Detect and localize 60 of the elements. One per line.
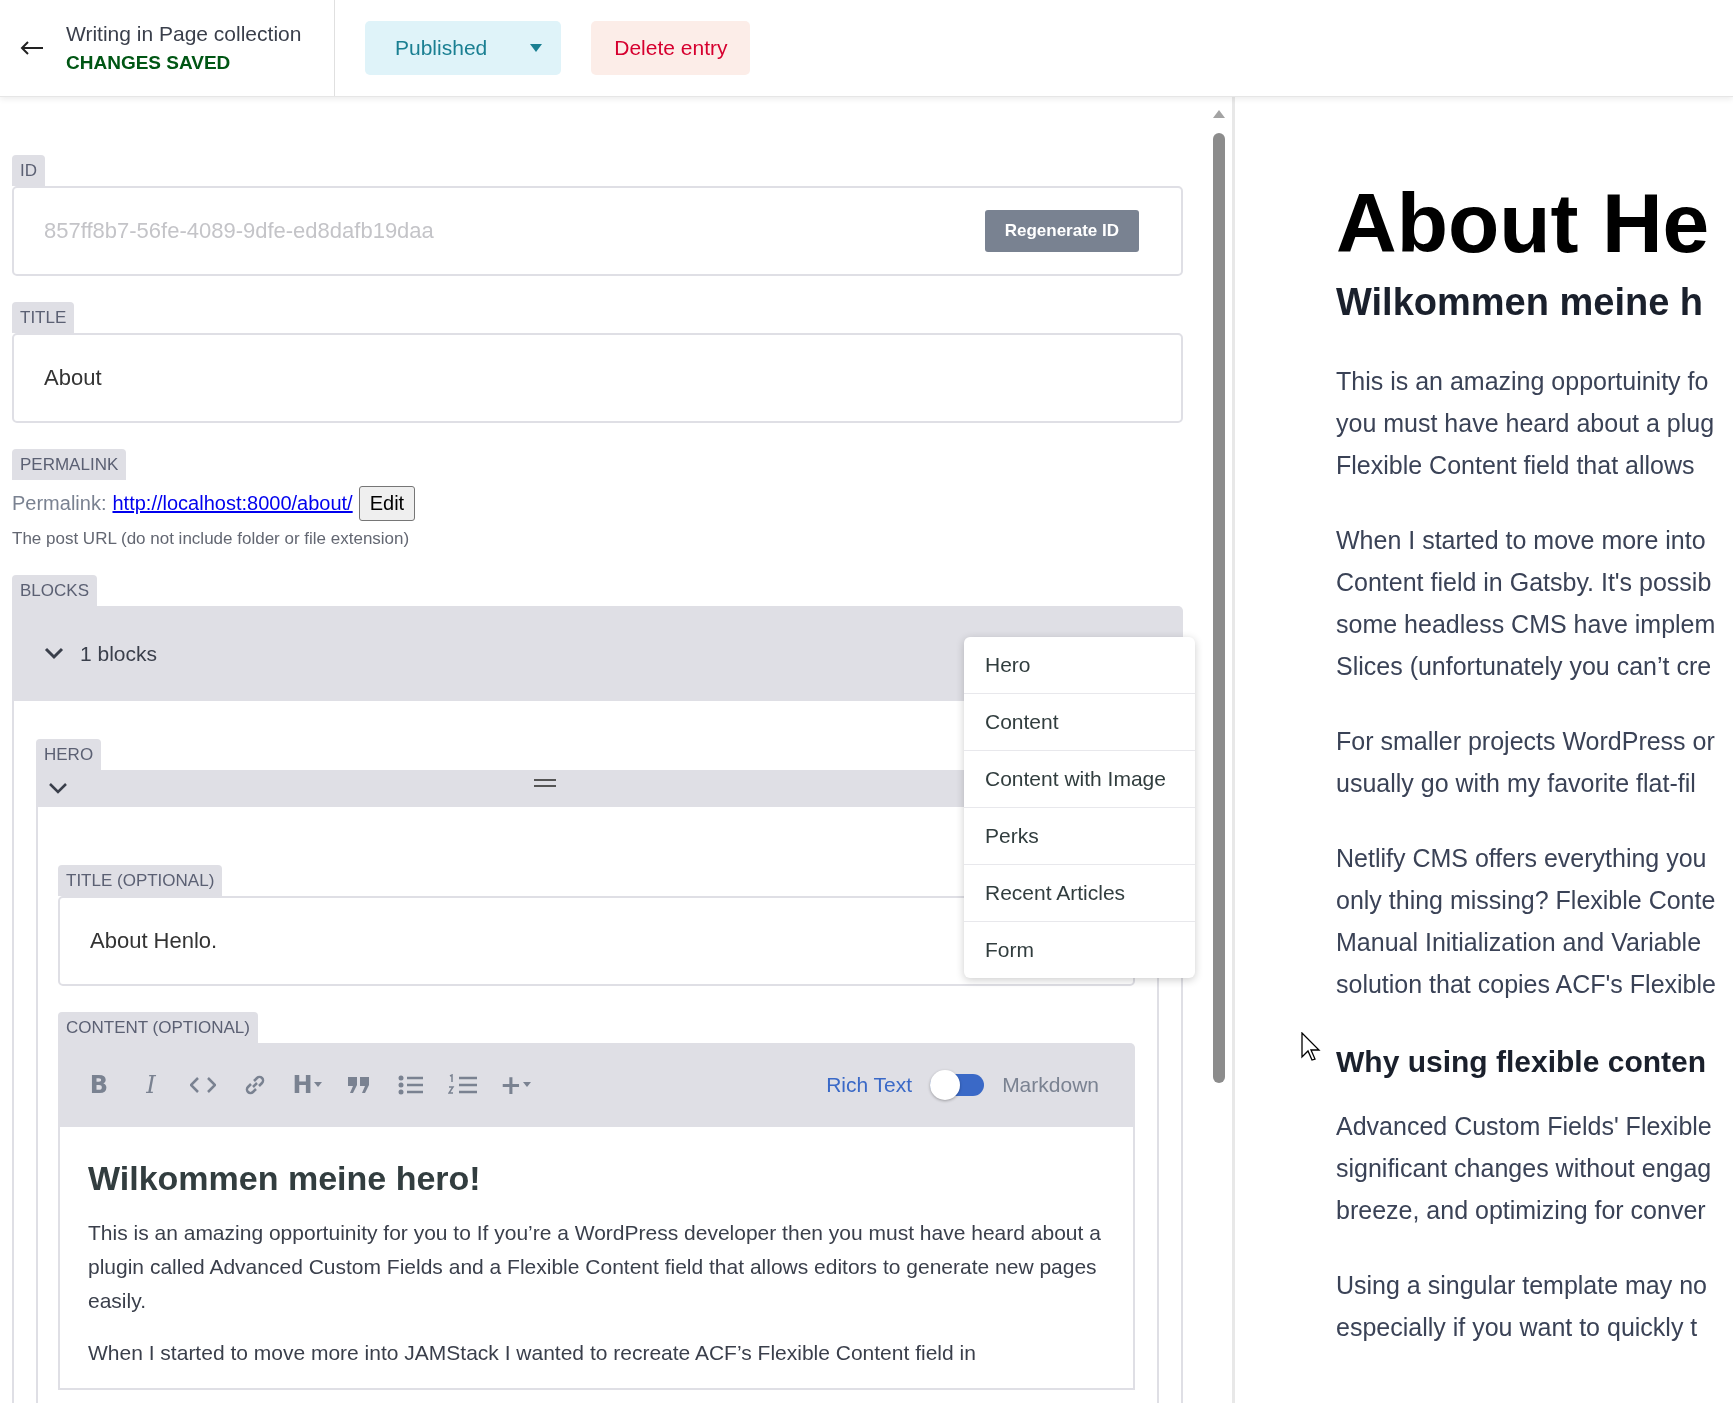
menu-item[interactable]: Perks — [964, 807, 1195, 864]
preview-text-line: Flexible Content field that allows — [1336, 450, 1696, 481]
editor-mode-toggle[interactable] — [930, 1070, 985, 1100]
drag-handle-icon[interactable] — [534, 778, 556, 787]
link-icon — [244, 1074, 266, 1096]
menu-item[interactable]: Recent Articles — [964, 864, 1195, 921]
preview-text-line: only thing missing? Flexible Conte — [1336, 885, 1717, 916]
caret-icon — [522, 1082, 531, 1088]
delete-entry-button[interactable]: Delete entry — [591, 21, 751, 75]
field-label: TITLE (OPTIONAL) — [58, 865, 223, 896]
scroll-up-icon[interactable] — [1212, 109, 1226, 119]
preview-text-line: usually go with my favorite flat-fil — [1336, 768, 1697, 799]
rich-text-editor[interactable]: Wilkommen meine hero! This is an amazing opportuinity for you to If you’re a WordPress developer then you must have heard about a plugin called Advanced Custom Fields and a Flexible Content field that allows editors to generate new pages easily. When I started to move more into JAMStack I wanted to recreate ACF’s Flexible Content field in — [58, 1127, 1135, 1390]
rich-text-label: Rich Text — [826, 1073, 913, 1097]
edit-button[interactable]: Edit — [358, 486, 416, 521]
preview-text-line: Using a singular template may no — [1336, 1270, 1709, 1301]
title-input[interactable]: About — [12, 333, 1183, 423]
preview-heading: Wilkommen meine h — [1336, 281, 1705, 324]
back-arrow-icon[interactable] — [20, 41, 44, 55]
field-label: TITLE — [12, 302, 75, 333]
numbered-list-icon — [448, 1074, 478, 1096]
field-label: BLOCKS — [12, 575, 97, 606]
permalink-label: Permalink: — [12, 492, 107, 515]
preview-text-line: Manual Initialization and Variable — [1336, 927, 1703, 958]
block-label: HERO — [36, 739, 102, 770]
preview-heading: Why using flexible conten — [1336, 1045, 1708, 1079]
preview-text-line: significant changes without engag — [1336, 1153, 1713, 1184]
field-label: ID — [12, 155, 45, 186]
menu-item[interactable]: Content — [964, 693, 1195, 750]
preview-text-line: solution that copies ACF's Flexible — [1336, 969, 1717, 1000]
collection-title: Writing in Page collection — [66, 22, 303, 46]
preview-text-line: Netlify CMS offers everything you — [1336, 843, 1708, 874]
scrollbar-thumb[interactable] — [1213, 133, 1225, 1083]
preview-text-line: For smaller projects WordPress or — [1336, 726, 1716, 757]
preview-text-line: Slices (unfortunately you can’t cre — [1336, 651, 1713, 682]
field-label: CONTENT (OPTIONAL) — [58, 1012, 258, 1043]
markdown-label: Markdown — [1002, 1073, 1099, 1097]
preview-text-line: This is an amazing opportuinity fo — [1336, 366, 1710, 397]
preview-title: About He — [1336, 175, 1711, 272]
preview-text-line: you must have heard about a plug — [1336, 408, 1716, 439]
quote-icon — [347, 1076, 371, 1094]
preview-text-line: some headless CMS have implem — [1336, 609, 1717, 640]
caret-icon — [313, 1082, 322, 1088]
menu-item[interactable]: Form — [964, 921, 1195, 978]
bulleted-list-icon — [398, 1075, 424, 1095]
code-icon — [190, 1076, 216, 1094]
preview-text-line: When I started to move more into — [1336, 525, 1707, 556]
caret-icon — [529, 43, 544, 53]
preview-text-line: especially if you want to quickly t — [1336, 1312, 1699, 1343]
preview-text-line: breeze, and optimizing for conver — [1336, 1195, 1707, 1226]
field-label: PERMALINK — [12, 449, 127, 480]
mouse-pointer-icon — [1301, 1032, 1321, 1062]
preview-text-line: Content field in Gatsby. It's possib — [1336, 567, 1713, 598]
menu-item[interactable]: Content with Image — [964, 750, 1195, 807]
permalink-hint: The post URL (do not include folder or file extension) — [12, 529, 410, 549]
permalink-link[interactable]: http://localhost:8000/about/ — [112, 492, 353, 515]
publish-status-button[interactable]: Published — [365, 21, 562, 75]
preview-text-line: Advanced Custom Fields' Flexible — [1336, 1111, 1713, 1142]
id-value: 857ff8b7-56fe-4089-9dfe-ed8dafb19daa — [44, 218, 434, 244]
save-status: CHANGES SAVED — [66, 52, 232, 74]
